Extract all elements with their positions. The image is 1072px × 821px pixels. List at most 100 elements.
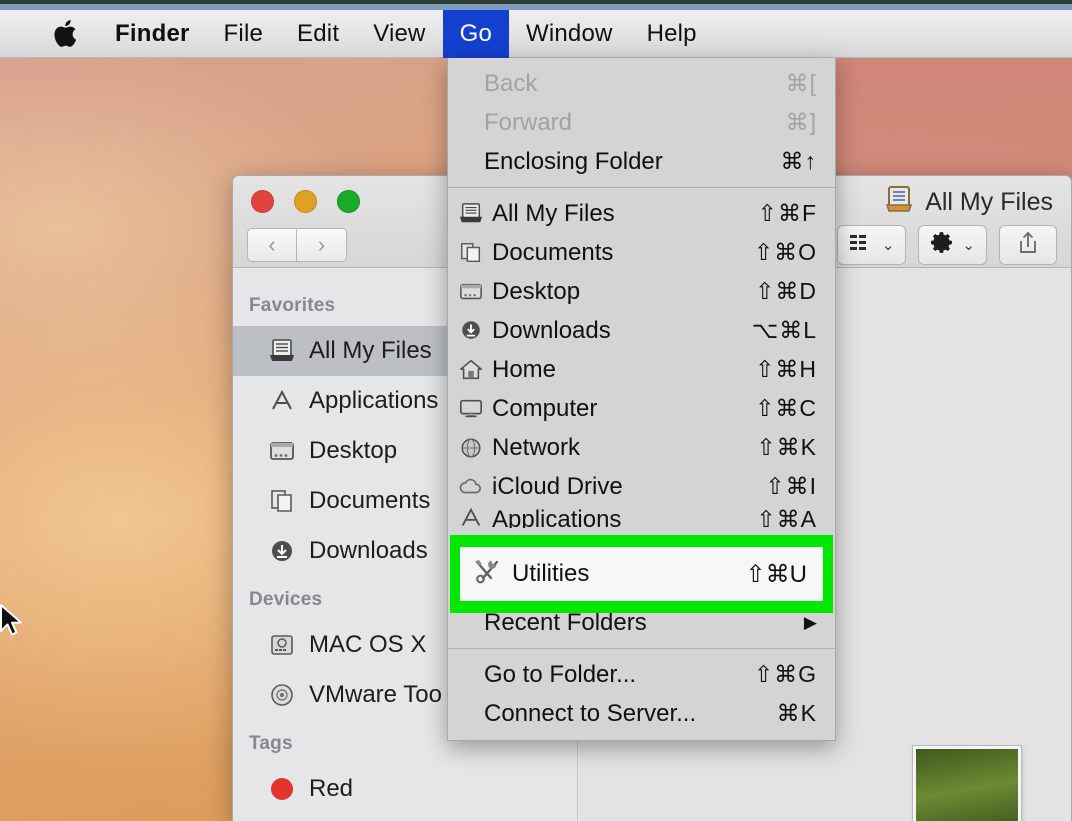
image-thumbnail bbox=[913, 746, 1021, 821]
desktop-icon bbox=[267, 437, 297, 465]
menu-option-shortcut: ⇧⌘F bbox=[758, 200, 817, 227]
close-button[interactable] bbox=[251, 190, 274, 213]
nav-buttons[interactable]: ‹ › bbox=[247, 228, 347, 262]
file-item-image[interactable]: 12049649_8294875 bbox=[867, 746, 1067, 821]
menu-option-shortcut: ⌘↑ bbox=[781, 148, 818, 175]
sidebar-item-label: Downloads bbox=[309, 537, 428, 565]
gear-icon bbox=[930, 230, 955, 260]
menu-item-help[interactable]: Help bbox=[630, 10, 714, 58]
menu-option-shortcut: ⇧⌘G bbox=[754, 661, 817, 688]
minimize-button[interactable] bbox=[294, 190, 317, 213]
mouse-cursor bbox=[0, 604, 26, 645]
menu-option-all-my-files[interactable]: All My Files ⇧⌘F bbox=[448, 194, 835, 233]
menu-item-edit[interactable]: Edit bbox=[280, 10, 356, 58]
chevron-right-icon: › bbox=[318, 232, 325, 258]
menu-option-icloud-drive[interactable]: iCloud Drive ⇧⌘I bbox=[448, 467, 835, 506]
arrange-by-button[interactable]: ⌄ bbox=[837, 225, 907, 265]
hard-disk-icon bbox=[267, 631, 297, 659]
menu-option-shortcut: ⇧⌘K bbox=[756, 434, 817, 461]
menu-option-label: Applications bbox=[492, 506, 756, 528]
computer-icon bbox=[458, 397, 492, 421]
downloads-icon bbox=[458, 319, 492, 343]
sidebar-item-label: MAC OS X bbox=[309, 631, 426, 659]
menu-option-label: iCloud Drive bbox=[492, 473, 765, 501]
menu-option-documents[interactable]: Documents ⇧⌘O bbox=[448, 233, 835, 272]
menu-option-label: Documents bbox=[492, 239, 754, 267]
menu-option-computer[interactable]: Computer ⇧⌘C bbox=[448, 389, 835, 428]
documents-icon bbox=[458, 241, 492, 265]
menu-option-label: Network bbox=[492, 434, 756, 462]
menu-item-go[interactable]: Go bbox=[443, 10, 509, 58]
menu-option-label: Back bbox=[484, 70, 786, 98]
menu-option-label: Downloads bbox=[492, 317, 752, 345]
share-button[interactable] bbox=[999, 225, 1057, 265]
submenu-arrow-icon: ▶ bbox=[804, 613, 817, 633]
screen-top-edge-dark bbox=[0, 0, 1072, 4]
menu-item-window[interactable]: Window bbox=[509, 10, 630, 58]
menu-option-label: Home bbox=[492, 356, 755, 384]
menu-option-forward[interactable]: Forward ⌘] bbox=[448, 103, 835, 142]
menu-option-shortcut: ⌘] bbox=[786, 109, 817, 136]
menu-option-enclosing-folder[interactable]: Enclosing Folder ⌘↑ bbox=[448, 142, 835, 181]
window-controls[interactable] bbox=[251, 190, 360, 213]
arrange-by-icon bbox=[849, 233, 875, 258]
chevron-down-icon: ⌄ bbox=[882, 236, 895, 254]
menu-option-shortcut: ⇧⌘U bbox=[746, 560, 807, 589]
menu-item-finder[interactable]: Finder bbox=[98, 10, 207, 58]
menu-option-back[interactable]: Back ⌘[ bbox=[448, 64, 835, 103]
menu-option-label: Connect to Server... bbox=[484, 700, 777, 728]
go-menu-dropdown[interactable]: Back ⌘[ Forward ⌘] Enclosing Folder ⌘↑ A… bbox=[447, 58, 836, 741]
menu-option-shortcut: ⇧⌘C bbox=[755, 395, 817, 422]
menu-option-shortcut: ⇧⌘H bbox=[755, 356, 817, 383]
all-my-files-icon bbox=[458, 202, 492, 226]
menu-option-connect-to-server[interactable]: Connect to Server... ⌘K bbox=[448, 694, 835, 733]
menu-item-view[interactable]: View bbox=[356, 10, 442, 58]
sidebar-item-red-tag[interactable]: Red bbox=[233, 764, 577, 814]
back-button[interactable]: ‹ bbox=[247, 228, 297, 262]
finder-toolbar[interactable]: ⌄ ⌄ bbox=[837, 225, 1057, 265]
icloud-drive-icon bbox=[458, 476, 492, 498]
utilities-icon bbox=[470, 556, 512, 593]
utilities-highlight-box: Utilities ⇧⌘U bbox=[450, 535, 833, 613]
menu-option-label: Utilities bbox=[512, 560, 746, 588]
chevron-down-icon: ⌄ bbox=[962, 236, 975, 254]
menu-option-label: Forward bbox=[484, 109, 786, 137]
menu-option-utilities-highlighted[interactable]: Utilities ⇧⌘U bbox=[460, 547, 823, 601]
window-title: All My Files bbox=[884, 184, 1053, 221]
menu-option-downloads[interactable]: Downloads ⌥⌘L bbox=[448, 311, 835, 350]
menu-option-go-to-folder[interactable]: Go to Folder... ⇧⌘G bbox=[448, 655, 835, 694]
applications-icon bbox=[458, 506, 492, 528]
menu-option-shortcut: ⌘K bbox=[777, 700, 817, 727]
menu-option-label: Enclosing Folder bbox=[484, 148, 781, 176]
applications-icon bbox=[267, 387, 297, 415]
forward-button[interactable]: › bbox=[297, 228, 347, 262]
sidebar-item-label: Documents bbox=[309, 487, 430, 515]
menu-separator bbox=[448, 648, 835, 649]
menu-option-label: Desktop bbox=[492, 278, 755, 306]
documents-icon bbox=[267, 487, 297, 515]
menu-option-shortcut: ⇧⌘A bbox=[756, 506, 817, 528]
all-my-files-icon bbox=[267, 337, 297, 365]
sidebar-item-label: All My Files bbox=[309, 337, 432, 365]
menu-option-desktop[interactable]: Desktop ⇧⌘D bbox=[448, 272, 835, 311]
zoom-button[interactable] bbox=[337, 190, 360, 213]
chevron-left-icon: ‹ bbox=[268, 232, 275, 258]
window-title-text: All My Files bbox=[925, 188, 1053, 217]
red-tag-icon bbox=[267, 775, 297, 803]
home-icon bbox=[458, 358, 492, 382]
menu-option-shortcut: ⌥⌘L bbox=[752, 317, 817, 344]
sidebar-item-label: Applications bbox=[309, 387, 438, 415]
menu-option-applications[interactable]: Applications ⇧⌘A bbox=[448, 506, 835, 528]
menu-bar[interactable]: Finder File Edit View Go Window Help bbox=[0, 10, 1072, 58]
network-icon bbox=[458, 436, 492, 460]
desktop-icon bbox=[458, 281, 492, 303]
menu-option-shortcut: ⇧⌘O bbox=[754, 239, 817, 266]
action-menu-button[interactable]: ⌄ bbox=[918, 225, 987, 265]
downloads-icon bbox=[267, 537, 297, 565]
sidebar-item-label: VMware Too bbox=[309, 681, 442, 709]
menu-option-home[interactable]: Home ⇧⌘H bbox=[448, 350, 835, 389]
apple-logo-icon[interactable] bbox=[0, 10, 98, 58]
disc-icon bbox=[267, 681, 297, 709]
menu-option-network[interactable]: Network ⇧⌘K bbox=[448, 428, 835, 467]
menu-item-file[interactable]: File bbox=[207, 10, 280, 58]
